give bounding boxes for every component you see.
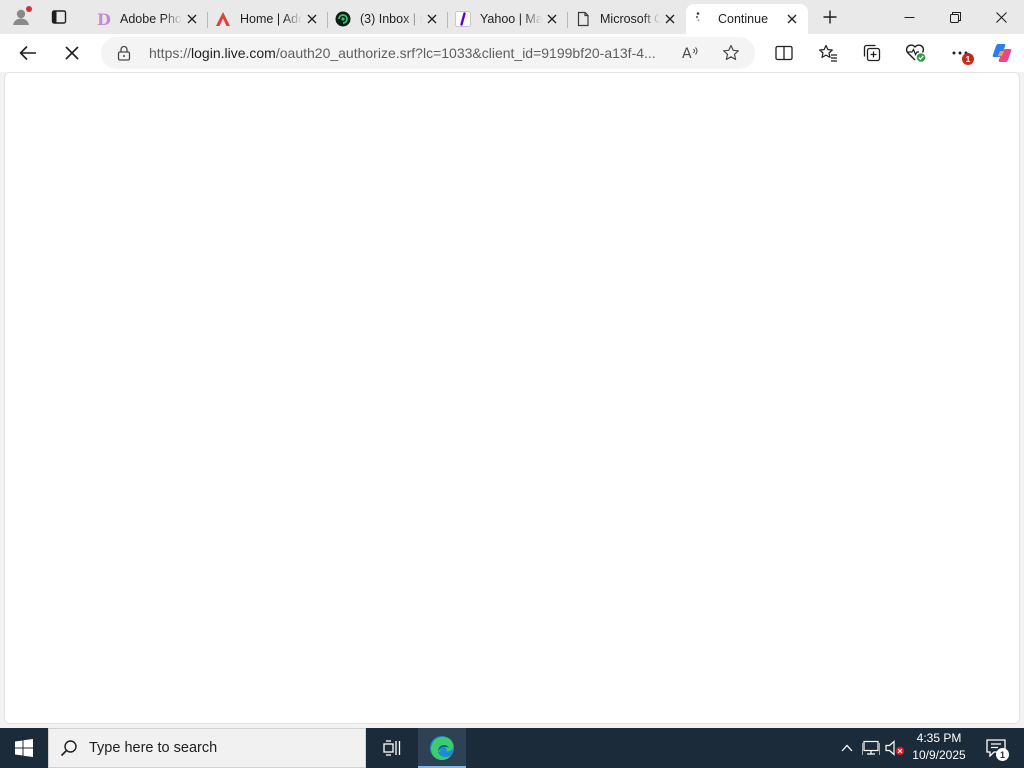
- tab-strip: D Adobe Photoshop Home | Adobe (3) Inbox…: [0, 0, 1024, 34]
- close-icon: [787, 14, 797, 24]
- url-host: login.live.com: [191, 45, 276, 61]
- chevron-up-icon: [841, 744, 853, 752]
- address-toolbar: https://login.live.com/oauth20_authorize…: [0, 34, 1024, 72]
- close-icon: [547, 14, 557, 24]
- tab-close-button[interactable]: [660, 9, 680, 29]
- new-tab-button[interactable]: [816, 5, 844, 29]
- favorites-button[interactable]: [812, 38, 844, 68]
- tab-title: Continue: [718, 12, 769, 26]
- close-icon: [665, 14, 675, 24]
- adobe-d-icon: D: [94, 10, 112, 28]
- task-view-icon: [383, 740, 401, 756]
- volume-button[interactable]: [884, 728, 906, 768]
- url-prefix: https://: [149, 45, 192, 61]
- tab-close-button[interactable]: [782, 9, 802, 29]
- tab-microsoft-online[interactable]: Microsoft Online: [568, 4, 686, 34]
- task-view-button[interactable]: [368, 728, 416, 768]
- clock-date: 10/9/2025: [912, 748, 966, 762]
- settings-more-button[interactable]: 1: [944, 38, 976, 68]
- tab-adobe-photoshop[interactable]: D Adobe Photoshop: [88, 4, 208, 34]
- system-clock[interactable]: 4:35 PM 10/9/2025: [906, 730, 972, 766]
- taskbar-search[interactable]: Type here to search: [48, 728, 366, 768]
- tab-title: Yahoo | Mail: [480, 12, 542, 26]
- tab-title: Microsoft Online: [600, 12, 660, 26]
- minimize-button[interactable]: [886, 0, 932, 34]
- loading-icon: [692, 10, 710, 28]
- tab-close-button[interactable]: [422, 9, 442, 29]
- mail-icon: [334, 10, 352, 28]
- clock-time: 4:35 PM: [916, 731, 962, 745]
- tab-inbox[interactable]: (3) Inbox | mail: [328, 4, 448, 34]
- split-screen-button[interactable]: [768, 38, 800, 68]
- profile-alert-dot: [26, 6, 32, 12]
- tab-actions-button[interactable]: [44, 4, 74, 30]
- tab-title: (3) Inbox | mail: [360, 12, 422, 26]
- tab-close-button[interactable]: [302, 9, 322, 29]
- windows-icon: [15, 739, 33, 757]
- yahoo-icon: [454, 10, 472, 28]
- tab-close-button[interactable]: [542, 9, 562, 29]
- search-icon: [49, 728, 89, 768]
- minimize-icon: [904, 16, 914, 18]
- lock-icon[interactable]: [115, 44, 133, 62]
- svg-text:D: D: [97, 11, 111, 27]
- close-window-button[interactable]: [978, 0, 1024, 34]
- tab-yahoo-mail[interactable]: Yahoo | Mail: [448, 4, 568, 34]
- restore-button[interactable]: [932, 0, 978, 34]
- volume-muted-icon: [885, 740, 905, 756]
- start-button[interactable]: [0, 728, 48, 768]
- back-button[interactable]: [12, 38, 44, 68]
- profile-button[interactable]: [6, 4, 36, 30]
- svg-text:A: A: [682, 46, 692, 61]
- add-favorite-button[interactable]: [719, 42, 743, 64]
- split-screen-icon: [775, 45, 793, 61]
- url-path: /oauth20_authorize.srf?lc=1033&client_id…: [275, 45, 656, 61]
- close-icon: [427, 14, 437, 24]
- taskbar: Type here to search 4:35 PM 10/9/2025 1: [0, 728, 1024, 768]
- collections-icon: [863, 44, 881, 62]
- stop-loading-button[interactable]: [56, 38, 88, 68]
- tab-continue[interactable]: Continue: [686, 4, 808, 34]
- restore-icon: [949, 11, 961, 23]
- plus-icon: [823, 10, 837, 24]
- show-hidden-icons-button[interactable]: [836, 728, 858, 768]
- arrow-left-icon: [19, 45, 36, 61]
- adobe-a-icon: [214, 10, 232, 28]
- notification-badge: 1: [962, 53, 974, 65]
- page-icon: [574, 10, 592, 28]
- address-bar[interactable]: https://login.live.com/oauth20_authorize…: [101, 37, 755, 69]
- edge-icon: [430, 736, 454, 761]
- network-button[interactable]: [860, 728, 882, 768]
- copilot-icon: [992, 44, 1012, 62]
- tab-actions-icon: [51, 10, 67, 24]
- close-icon: [187, 14, 197, 24]
- collections-button[interactable]: [856, 38, 888, 68]
- browser-essentials-button[interactable]: [900, 38, 932, 68]
- read-aloud-icon: A: [682, 46, 698, 61]
- notification-count: 1: [996, 748, 1009, 761]
- star-icon: [723, 44, 739, 61]
- close-icon: [307, 14, 317, 24]
- tab-close-button[interactable]: [182, 9, 202, 29]
- heart-pulse-icon: [905, 44, 926, 62]
- page-content[interactable]: [4, 72, 1020, 724]
- taskbar-edge[interactable]: [418, 728, 466, 768]
- stop-icon: [65, 46, 79, 60]
- read-aloud-button[interactable]: A: [679, 42, 703, 64]
- notification-center-button[interactable]: 1: [976, 728, 1016, 768]
- copilot-button[interactable]: [986, 38, 1018, 68]
- tab-home-adobe[interactable]: Home | Adobe: [208, 4, 328, 34]
- tab-title: Adobe Photoshop: [120, 12, 182, 26]
- tab-title: Home | Adobe: [240, 12, 302, 26]
- favorites-icon: [819, 44, 837, 62]
- search-placeholder: Type here to search: [89, 740, 218, 756]
- close-icon: [995, 11, 1007, 23]
- url-text[interactable]: https://login.live.com/oauth20_authorize…: [149, 37, 679, 69]
- network-icon: [862, 740, 880, 755]
